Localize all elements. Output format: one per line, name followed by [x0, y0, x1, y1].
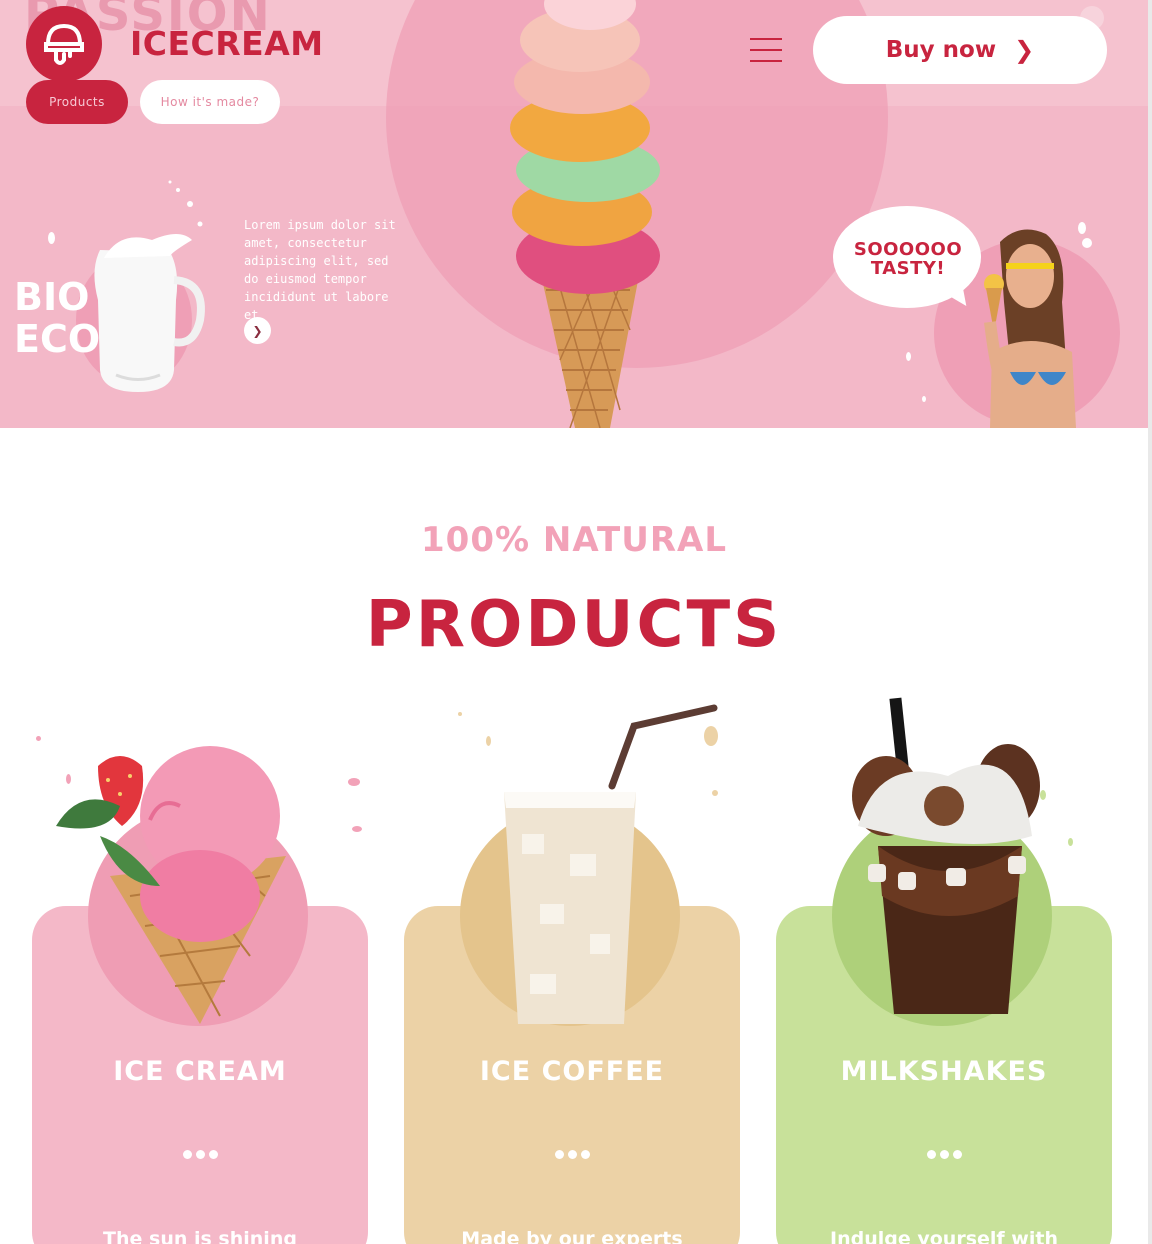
product-title: ICE COFFEE	[479, 1056, 665, 1087]
hamburger-menu-icon[interactable]	[750, 38, 782, 62]
nav-pill-products[interactable]: Products	[26, 80, 128, 124]
speech-bubble-text: SOOOOOO TASTY!	[846, 240, 970, 278]
product-description: The sun is shining	[103, 1228, 297, 1244]
eco-label: ECO	[14, 317, 101, 361]
brand-logo[interactable]	[26, 6, 102, 82]
hero-section: PASSION BIO ECO Lorem ipsum dolor sit am…	[0, 0, 1148, 428]
hero-copy-text: Lorem ipsum dolor sit amet, consectetur …	[244, 218, 396, 322]
product-title: ICE CREAM	[113, 1056, 287, 1087]
buy-now-button[interactable]: Buy now ❯	[813, 16, 1107, 84]
cone-stack-image	[470, 0, 680, 428]
hero-arrow-button[interactable]: ❯	[244, 317, 271, 344]
brand-name[interactable]: ICECREAM	[130, 24, 324, 63]
bubble-line-2: TASTY!	[870, 258, 946, 279]
splash-drop	[458, 712, 462, 716]
more-dots-icon[interactable]	[32, 1150, 368, 1159]
ice-cream-cone-image	[50, 736, 300, 1030]
splash-speck	[1082, 238, 1092, 248]
splash-speck	[906, 352, 911, 361]
splash-drop	[348, 778, 360, 786]
splash-speck	[48, 232, 55, 244]
ice-coffee-glass-image	[500, 704, 720, 1038]
splash-drop	[36, 736, 41, 741]
splash-drop	[1068, 838, 1073, 846]
splash-drop	[1040, 790, 1046, 800]
milkshake-image	[848, 696, 1048, 1030]
splash-speck	[922, 396, 926, 402]
splash-drop	[486, 736, 491, 746]
more-dots-icon[interactable]	[776, 1150, 1112, 1159]
product-description: Made by our experts	[461, 1228, 683, 1244]
splash-speck	[1078, 222, 1086, 234]
splash-drop	[352, 826, 362, 832]
bubble-line-1: SOOOOOO	[853, 239, 963, 260]
page-scrollbar[interactable]	[1148, 0, 1152, 1244]
product-description: Indulge yourself with	[830, 1228, 1058, 1244]
product-title: MILKSHAKES	[840, 1056, 1048, 1087]
splash-drop	[704, 726, 718, 746]
nav-pill-how-its-made[interactable]: How it's made?	[140, 80, 280, 124]
products-heading: PRODUCTS	[365, 588, 783, 662]
bio-eco-label: BIO ECO	[14, 276, 100, 360]
bio-label: BIO	[14, 275, 90, 319]
chevron-right-icon: ❯	[1014, 36, 1035, 64]
chevron-right-icon: ❯	[252, 323, 263, 338]
more-dots-icon[interactable]	[404, 1150, 740, 1159]
buy-now-label: Buy now	[885, 37, 997, 63]
products-eyebrow: 100% NATURAL	[421, 520, 727, 560]
splash-drop	[66, 774, 71, 784]
ice-cream-scoop-icon	[44, 23, 84, 65]
splash-drop	[712, 790, 718, 796]
